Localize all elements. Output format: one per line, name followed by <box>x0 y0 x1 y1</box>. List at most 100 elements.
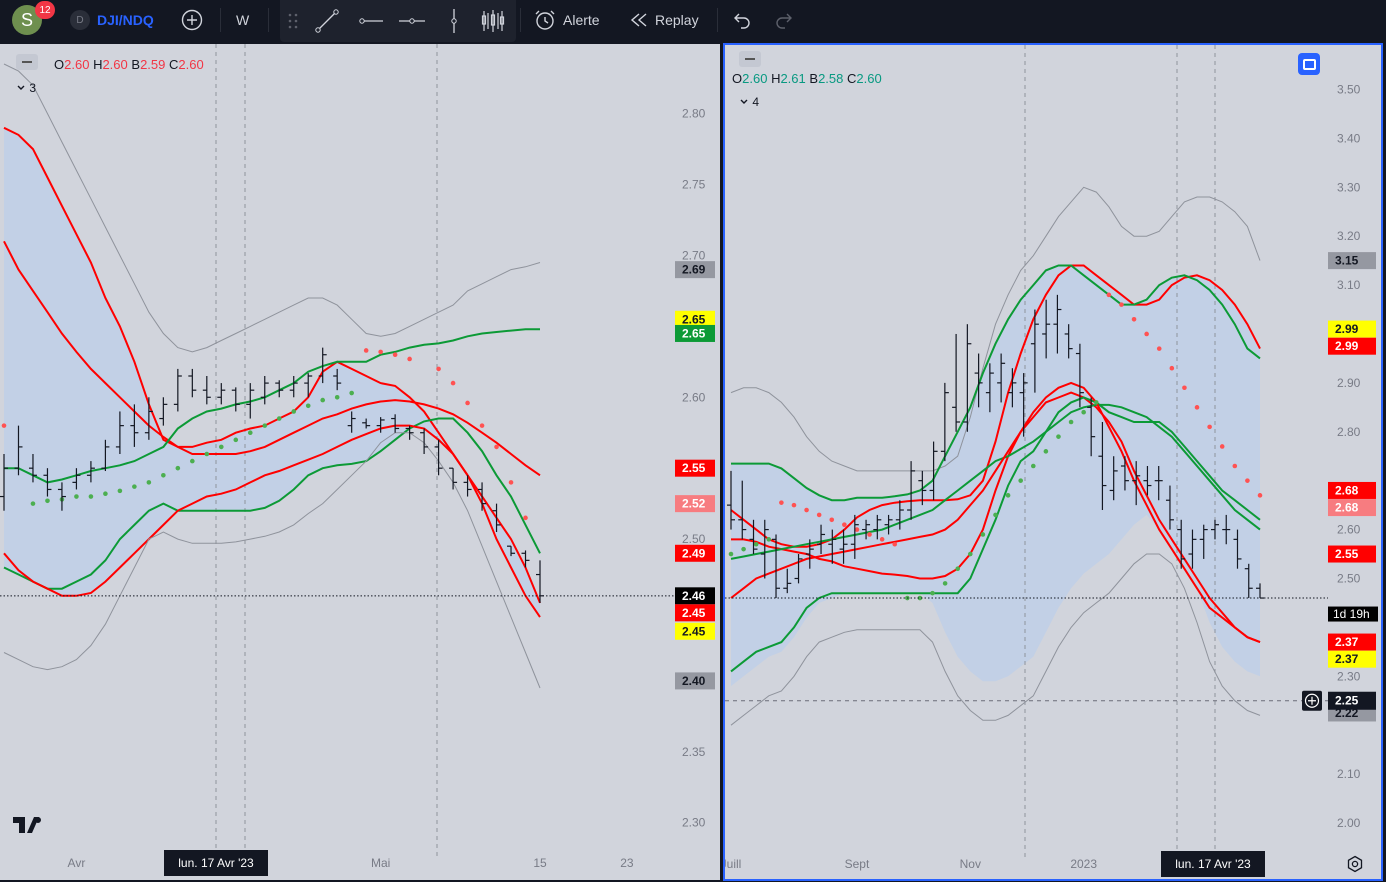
sar-dot <box>233 437 239 443</box>
horizontal-ray-icon[interactable] <box>356 7 384 35</box>
sar-dot <box>117 488 123 494</box>
low-value: 2.59 <box>140 57 166 72</box>
left-chart-pane[interactable]: 2.80 2.75 2.70 2.60 2.50 2.35 2.30 2.69 2.65 2.65… <box>0 44 720 880</box>
toolbar-separator <box>717 8 718 32</box>
collapse-legend-button[interactable] <box>16 54 38 70</box>
avatar-letter: S <box>20 9 33 30</box>
grip-icon[interactable] <box>286 11 300 31</box>
sar-dot <box>74 494 79 499</box>
sar-dot <box>88 494 94 499</box>
x-axis-tick-label: 2023 <box>1070 857 1097 871</box>
sar-dot <box>879 537 885 542</box>
sar-dot <box>1156 346 1162 351</box>
sar-dot <box>436 366 441 372</box>
undo-icon[interactable] <box>731 9 753 31</box>
sar-dot <box>930 590 935 596</box>
sar-dot <box>349 390 354 396</box>
toolbar-separator <box>220 8 221 32</box>
x-axis-tick-label: 23 <box>620 856 634 870</box>
sar-dot <box>1093 400 1099 405</box>
x-axis-tick-label: Nov <box>960 857 981 871</box>
sar-dot <box>363 348 369 353</box>
sar-dot <box>1182 385 1187 391</box>
price-tag-label: 2.69 <box>682 263 706 277</box>
y-axis-tick-label: 2.00 <box>1337 816 1361 830</box>
price-tag-label: 2.65 <box>682 326 706 340</box>
sar-dot <box>993 512 998 518</box>
sar-dot <box>892 541 898 547</box>
symbol-search-button[interactable]: DJI/NDQ <box>97 0 154 40</box>
price-tag-label: 2.37 <box>1335 652 1359 666</box>
close-label: C <box>169 57 179 72</box>
sar-dot <box>276 416 282 421</box>
redo-icon[interactable] <box>773 9 795 31</box>
sar-dot <box>262 423 268 428</box>
toolbar-separator <box>520 8 521 32</box>
price-tag-label: 2.99 <box>1335 322 1359 336</box>
right-chart-canvas[interactable]: 3.50 3.40 3.30 3.20 3.10 2.90 2.80 2.60 2.50 2.30… <box>725 45 1381 879</box>
sar-dot <box>766 537 772 542</box>
alert-button[interactable]: Alerte <box>533 0 600 40</box>
price-tag-label: 2.45 <box>682 624 706 638</box>
sar-dot <box>968 551 973 557</box>
bar-style-icon[interactable] <box>479 7 507 35</box>
price-tag-label: 2.49 <box>682 546 706 560</box>
indicator-count: 4 <box>752 95 760 109</box>
settings-icon[interactable] <box>1346 855 1364 873</box>
sar-dot <box>816 512 822 518</box>
right-chart-pane[interactable]: 3.50 3.40 3.30 3.20 3.10 2.90 2.80 2.60 2.50 2.30… <box>723 43 1383 881</box>
sar-dot <box>1169 365 1175 371</box>
y-axis-tick-label: 3.40 <box>1337 131 1361 145</box>
sar-dot <box>45 498 50 504</box>
y-axis-tick-label: 2.30 <box>682 816 706 830</box>
interval-button[interactable]: W <box>236 0 249 40</box>
sar-dot <box>334 394 340 400</box>
sar-dot <box>175 465 181 471</box>
add-symbol-button[interactable] <box>180 0 204 40</box>
indicators-toggle[interactable]: 3 <box>16 81 36 95</box>
chevron-down-icon <box>17 85 25 90</box>
y-axis-tick-label: 2.50 <box>1337 571 1361 585</box>
sar-dot <box>1207 424 1212 430</box>
price-tag-label: 2.68 <box>1335 483 1359 497</box>
ohlc-legend: O2.60 H2.61 B2.58 C2.60 <box>732 71 882 86</box>
close-label: C <box>847 71 857 86</box>
vertical-line-icon[interactable] <box>440 7 468 35</box>
sar-dot <box>204 451 210 457</box>
indicators-toggle[interactable]: 4 <box>739 95 759 109</box>
collapse-legend-button[interactable] <box>739 51 761 67</box>
alarm-clock-icon <box>535 10 555 30</box>
left-chart-canvas[interactable]: 2.80 2.75 2.70 2.60 2.50 2.35 2.30 2.69 2.652.65… <box>0 44 720 880</box>
y-axis-tick-label: 2.80 <box>682 107 706 121</box>
price-tag-label: 2.52 <box>682 497 706 511</box>
sar-dot <box>1005 493 1011 498</box>
open-label: O <box>732 71 743 86</box>
sar-dot <box>523 515 528 521</box>
sar-dot <box>1068 419 1074 425</box>
sar-dot <box>829 517 835 523</box>
sar-dot <box>378 349 383 355</box>
sar-dot <box>942 581 948 586</box>
x-axis-tick-label: Juill <box>725 857 741 871</box>
price-tag-label: 2.37 <box>1335 635 1359 649</box>
price-tag-label: 2.45 <box>682 606 706 620</box>
replay-button[interactable]: Replay <box>628 0 699 40</box>
sar-dot <box>508 480 514 485</box>
price-tag-label: 2.55 <box>1335 547 1359 561</box>
maximize-pane-icon[interactable] <box>1298 53 1320 75</box>
sar-dot <box>1144 331 1149 337</box>
horizontal-line-icon[interactable] <box>398 7 426 35</box>
sar-dot <box>1056 434 1061 439</box>
drawing-toolbar <box>280 0 516 42</box>
y-axis-tick-label: 2.60 <box>682 390 706 404</box>
sar-dot <box>1119 302 1124 307</box>
low-label: B <box>809 71 819 86</box>
sar-dot <box>1232 463 1238 469</box>
high-value: 2.61 <box>780 71 806 86</box>
replay-icon <box>630 13 647 27</box>
y-axis-tick-label: 2.35 <box>682 745 706 759</box>
sar-dot <box>1219 444 1225 449</box>
y-axis-tick-label: 3.20 <box>1337 229 1361 243</box>
y-axis-tick-label: 3.30 <box>1337 180 1361 194</box>
trend-line-icon[interactable] <box>313 7 341 35</box>
